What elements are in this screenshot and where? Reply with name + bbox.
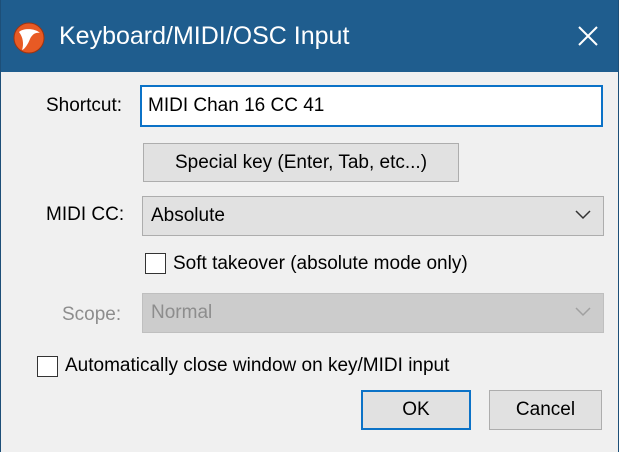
close-button[interactable]: [558, 0, 618, 72]
title-bar[interactable]: Keyboard/MIDI/OSC Input: [1, 0, 618, 72]
soft-takeover-checkbox[interactable]: [145, 253, 166, 274]
midi-cc-select[interactable]: Absolute: [142, 196, 604, 236]
auto-close-checkbox[interactable]: [37, 356, 58, 377]
close-icon: [578, 26, 598, 46]
midi-cc-selected-value: Absolute: [151, 205, 225, 226]
midi-cc-label: MIDI CC:: [46, 204, 125, 225]
shortcut-label: Shortcut:: [46, 95, 123, 116]
soft-takeover-label[interactable]: Soft takeover (absolute mode only): [173, 253, 468, 275]
chevron-down-icon: [575, 210, 591, 220]
auto-close-label[interactable]: Automatically close window on key/MIDI i…: [65, 355, 449, 377]
scope-select[interactable]: Normal: [142, 293, 604, 333]
scope-label: Scope:: [62, 304, 122, 325]
dialog-window: Keyboard/MIDI/OSC Input Shortcut: MIDI C…: [0, 0, 619, 452]
reaper-logo-icon: [13, 22, 45, 54]
scope-selected-value: Normal: [151, 302, 213, 323]
shortcut-input[interactable]: MIDI Chan 16 CC 41: [140, 85, 603, 127]
cancel-button[interactable]: Cancel: [489, 390, 602, 430]
special-key-button[interactable]: Special key (Enter, Tab, etc...): [143, 143, 459, 182]
ok-button[interactable]: OK: [361, 390, 471, 430]
window-title: Keyboard/MIDI/OSC Input: [59, 22, 350, 50]
chevron-down-icon: [575, 307, 591, 317]
